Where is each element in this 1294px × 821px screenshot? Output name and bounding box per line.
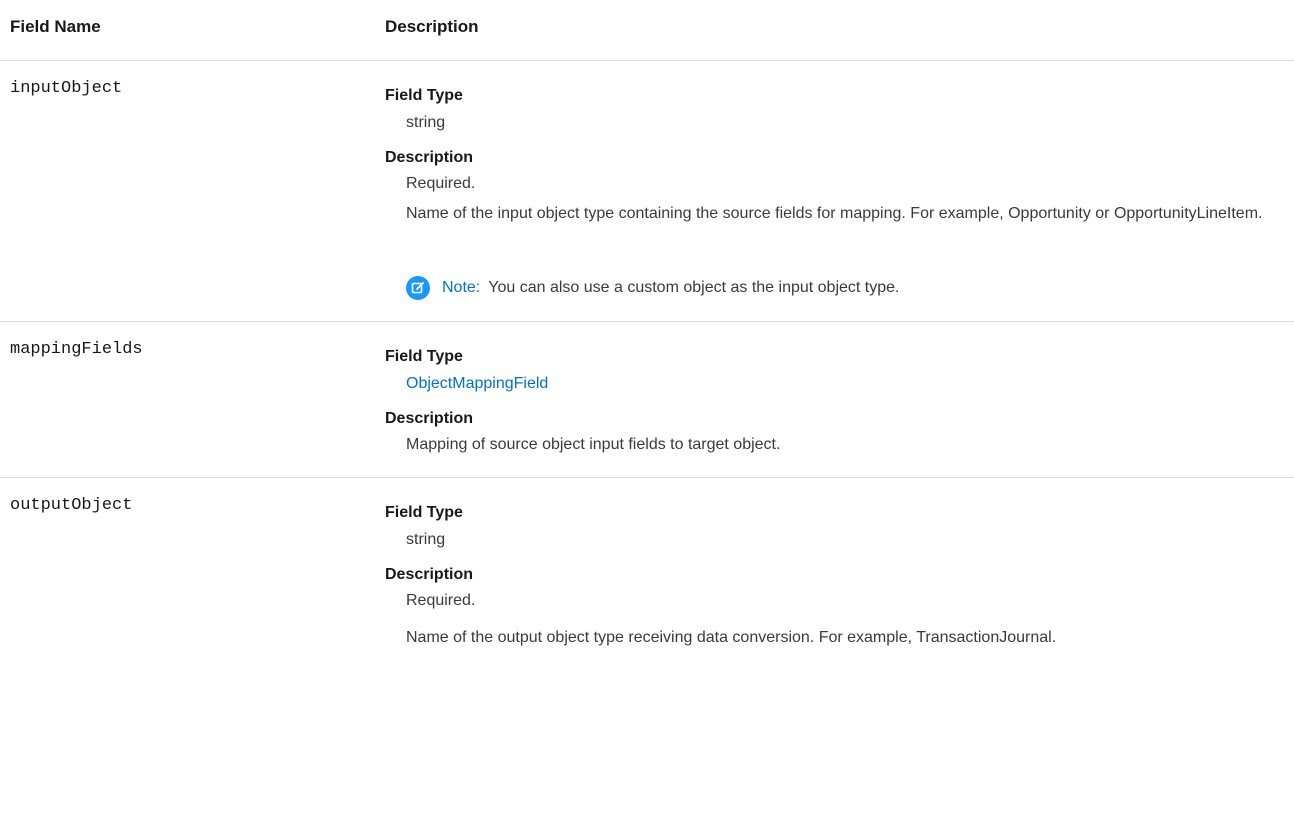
description-text: Name of the input object type containing…: [406, 205, 1263, 222]
table-header: Field Name Description: [0, 0, 1294, 61]
description-term: Description: [385, 410, 474, 427]
table-row: mappingFields Field Type ObjectMappingFi…: [0, 322, 1294, 478]
field-name: inputObject: [10, 79, 123, 98]
description-text: Mapping of source object input fields to…: [406, 436, 781, 453]
table-row: outputObject Field Type string Descripti…: [0, 478, 1294, 658]
field-name: outputObject: [10, 496, 133, 515]
required-text: Required.: [406, 592, 476, 609]
description-term: Description: [385, 149, 474, 166]
field-type-value: string: [406, 531, 446, 548]
field-type-link-wrap: ObjectMappingField: [406, 374, 548, 394]
required-text: Required.: [406, 175, 476, 192]
table-row: inputObject Field Type string Descriptio…: [0, 61, 1294, 322]
description-text: Name of the output object type receiving…: [406, 629, 1057, 646]
description-term: Description: [385, 566, 474, 583]
field-type-term: Field Type: [385, 348, 463, 365]
field-name: mappingFields: [10, 340, 143, 359]
field-type-value: string: [406, 114, 446, 131]
field-type-term: Field Type: [385, 87, 463, 104]
field-table: Field Name Description inputObject Field…: [0, 0, 1294, 658]
object-mapping-field-link[interactable]: ObjectMappingField: [406, 375, 548, 392]
note-text: You can also use a custom object as the …: [488, 279, 900, 296]
field-type-term: Field Type: [385, 504, 463, 521]
note-label: Note:: [442, 279, 481, 296]
header-description: Description: [385, 17, 479, 36]
header-field-name: Field Name: [10, 17, 101, 36]
edit-note-icon: [406, 276, 430, 300]
note: Note: You can also use a custom object a…: [406, 276, 899, 300]
